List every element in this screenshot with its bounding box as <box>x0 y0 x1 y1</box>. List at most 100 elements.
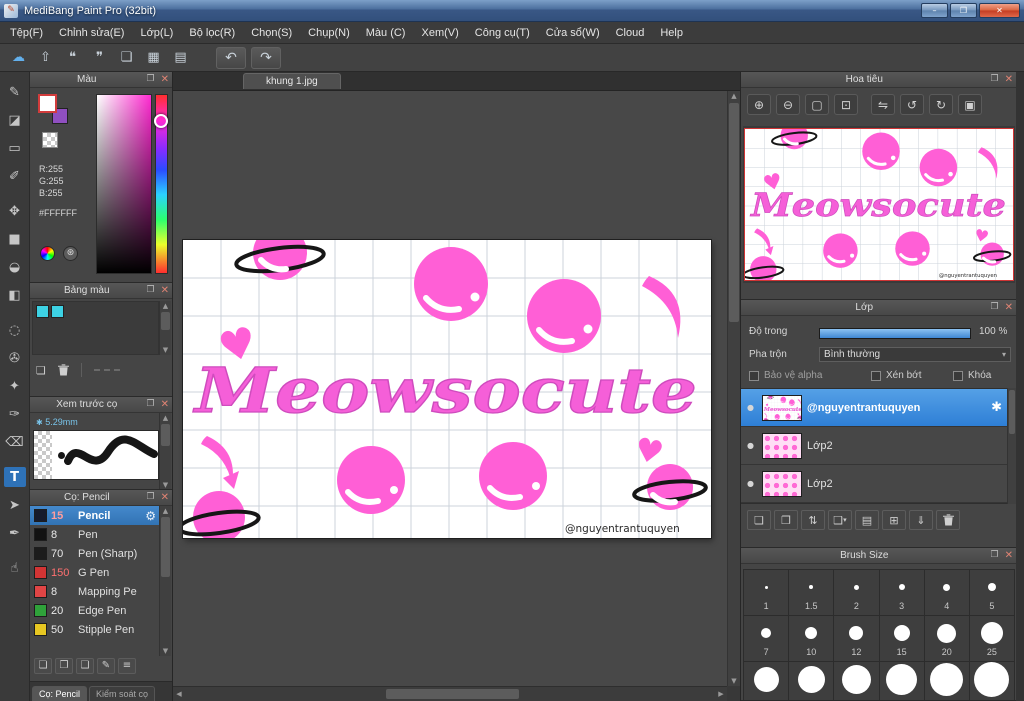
navigator-preview[interactable] <box>741 120 1015 285</box>
scrollbar-thumb[interactable] <box>386 689 519 699</box>
brush-size-option[interactable] <box>834 662 879 700</box>
move-tool-button[interactable]: ✥ <box>4 201 26 221</box>
merge-layer-icon[interactable]: ⇓ <box>909 510 933 530</box>
trash-icon[interactable] <box>57 364 69 376</box>
float-panel-icon[interactable]: ❐ <box>144 75 158 84</box>
shape-brush-tool-button[interactable]: ▭ <box>4 138 26 158</box>
brush-size-option[interactable]: 3 <box>879 570 924 615</box>
scroll-right-icon[interactable]: ▶ <box>715 690 727 698</box>
add-brush-icon[interactable]: ❏ <box>34 658 52 674</box>
blend-mode-select[interactable]: Bình thường ▾ <box>819 347 1011 362</box>
brush-item[interactable]: 70 Pen (Sharp) <box>30 544 159 563</box>
close-panel-icon[interactable]: ✕ <box>158 285 172 296</box>
edit-brush-icon[interactable]: ✎ <box>97 658 115 674</box>
brush-item[interactable]: 50 Stipple Pen <box>30 620 159 639</box>
brush-item[interactable]: 15 Pencil ⚙ <box>30 506 159 525</box>
foreground-color-swatch[interactable] <box>38 94 57 113</box>
add-layer-icon[interactable]: ❏ <box>747 510 771 530</box>
select-tool-button[interactable]: ◌ <box>4 320 26 340</box>
menu-tools[interactable]: Công cụ(T) <box>467 24 538 42</box>
scrollbar-thumb[interactable] <box>1009 390 1015 434</box>
publish-button[interactable]: ⇧ <box>33 47 58 69</box>
tab-brush[interactable]: Cọ: Pencil <box>32 686 88 701</box>
brush-size-option[interactable]: 12 <box>834 616 879 661</box>
float-panel-icon[interactable]: ❐ <box>988 303 1002 312</box>
brush-item[interactable]: 8 Mapping Pe <box>30 582 159 601</box>
brush-size-option[interactable]: 1.5 <box>789 570 834 615</box>
bucket-tool-button[interactable]: ◒ <box>4 257 26 277</box>
menu-layer[interactable]: Lớp(L) <box>132 24 181 42</box>
delete-layer-button[interactable] <box>936 510 960 530</box>
scrollbar-thumb[interactable] <box>161 424 170 446</box>
brush-size-option[interactable] <box>879 662 924 700</box>
opacity-slider[interactable] <box>819 328 971 339</box>
layer-row[interactable]: ● Lớp2 <box>741 427 1007 465</box>
add-layer-menu-icon[interactable]: ❑ ▾ <box>828 510 852 530</box>
float-panel-icon[interactable]: ❐ <box>988 75 1002 84</box>
eyedropper-tool-button[interactable]: ✒ <box>4 523 26 543</box>
transparent-color-swatch[interactable] <box>42 132 58 148</box>
eye-icon[interactable]: ● <box>744 441 757 450</box>
document-tab[interactable]: khung 1.jpg <box>243 73 341 89</box>
menu-filter[interactable]: Bộ lọc(R) <box>181 24 243 42</box>
float-panel-icon[interactable]: ❐ <box>988 551 1002 560</box>
layer-list-scrollbar[interactable] <box>1007 388 1016 504</box>
menu-select[interactable]: Chọn(S) <box>243 24 300 42</box>
text-tool-button[interactable]: T <box>3 467 26 487</box>
brush-size-option[interactable]: 5 <box>969 570 1014 615</box>
brush-size-option[interactable]: 10 <box>789 616 834 661</box>
panel-layout-button[interactable]: ▦ <box>141 47 166 69</box>
preview-scrollbar[interactable]: ▲ ▼ <box>159 413 171 489</box>
menu-file[interactable]: Tệp(F) <box>2 24 51 42</box>
eye-icon[interactable]: ● <box>744 479 757 488</box>
gear-icon[interactable]: ⚙ <box>145 510 159 522</box>
hand-tool-button[interactable]: ☝ <box>4 558 26 578</box>
brush-item[interactable]: 20 Edge Pen <box>30 601 159 620</box>
close-panel-icon[interactable]: ✕ <box>1002 302 1016 313</box>
close-panel-icon[interactable]: ✕ <box>1002 74 1016 85</box>
select-eraser-tool-button[interactable]: ⌫ <box>4 432 26 452</box>
scrollbar-thumb[interactable] <box>729 103 739 322</box>
close-panel-icon[interactable]: ✕ <box>1002 550 1016 561</box>
brush-item[interactable]: 8 Pen <box>30 525 159 544</box>
brush-size-option[interactable]: 1 <box>744 570 789 615</box>
float-panel-icon[interactable]: ❐ <box>144 286 158 295</box>
close-button[interactable]: ✕ <box>979 3 1020 18</box>
brush-size-option[interactable]: 15 <box>879 616 924 661</box>
brush-size-option[interactable]: 4 <box>924 570 969 615</box>
zoom-in-icon[interactable]: ⊕ <box>747 94 771 115</box>
gradient-tool-button[interactable]: ◧ <box>4 285 26 305</box>
close-panel-icon[interactable]: ✕ <box>158 492 172 503</box>
fit-window-icon[interactable]: ▢ <box>805 94 829 115</box>
scroll-up-icon[interactable]: ▲ <box>731 91 736 101</box>
canvas-hscrollbar[interactable]: ◀ ▶ <box>173 686 727 701</box>
redo-button[interactable]: ↷ <box>251 46 281 69</box>
float-panel-icon[interactable]: ❐ <box>144 493 158 502</box>
brush-menu-icon[interactable]: ❑ <box>76 658 94 674</box>
scroll-up-icon[interactable]: ▲ <box>163 506 168 516</box>
operation-tool-button[interactable]: ➤ <box>4 495 26 515</box>
menu-window[interactable]: Cửa sổ(W) <box>538 24 608 42</box>
scrollbar-thumb[interactable] <box>161 312 170 330</box>
color-wheel-icon[interactable] <box>40 246 55 261</box>
add-color-icon[interactable]: ❏ <box>36 365 46 376</box>
maximize-button[interactable]: ❐ <box>950 3 977 18</box>
menu-cloud[interactable]: Cloud <box>608 24 653 42</box>
magic-wand-tool-button[interactable]: ✦ <box>4 376 26 396</box>
brush-size-option[interactable] <box>969 661 1014 700</box>
menu-help[interactable]: Help <box>652 24 691 42</box>
clipping-checkbox[interactable] <box>871 370 881 381</box>
scroll-up-icon[interactable]: ▲ <box>163 301 168 311</box>
flip-view-icon[interactable]: ⇋ <box>871 94 895 115</box>
select-pen-tool-button[interactable]: ✑ <box>4 404 26 424</box>
canvas-vscrollbar[interactable]: ▲ ▼ <box>727 91 740 686</box>
scroll-left-icon[interactable]: ◀ <box>173 690 185 698</box>
layer-row[interactable]: ● Lớp2 <box>741 465 1007 503</box>
protect-alpha-checkbox[interactable] <box>749 370 759 381</box>
menu-color[interactable]: Màu (C) <box>358 24 414 42</box>
menu-edit[interactable]: Chỉnh sửa(E) <box>51 24 132 42</box>
pencil-tool-button[interactable]: ✐ <box>4 166 26 186</box>
new-document-button[interactable]: ❏ <box>114 47 139 69</box>
comment-button[interactable]: ❝ <box>60 47 85 69</box>
tab-brush-control[interactable]: Kiểm soát cọ <box>89 686 156 701</box>
